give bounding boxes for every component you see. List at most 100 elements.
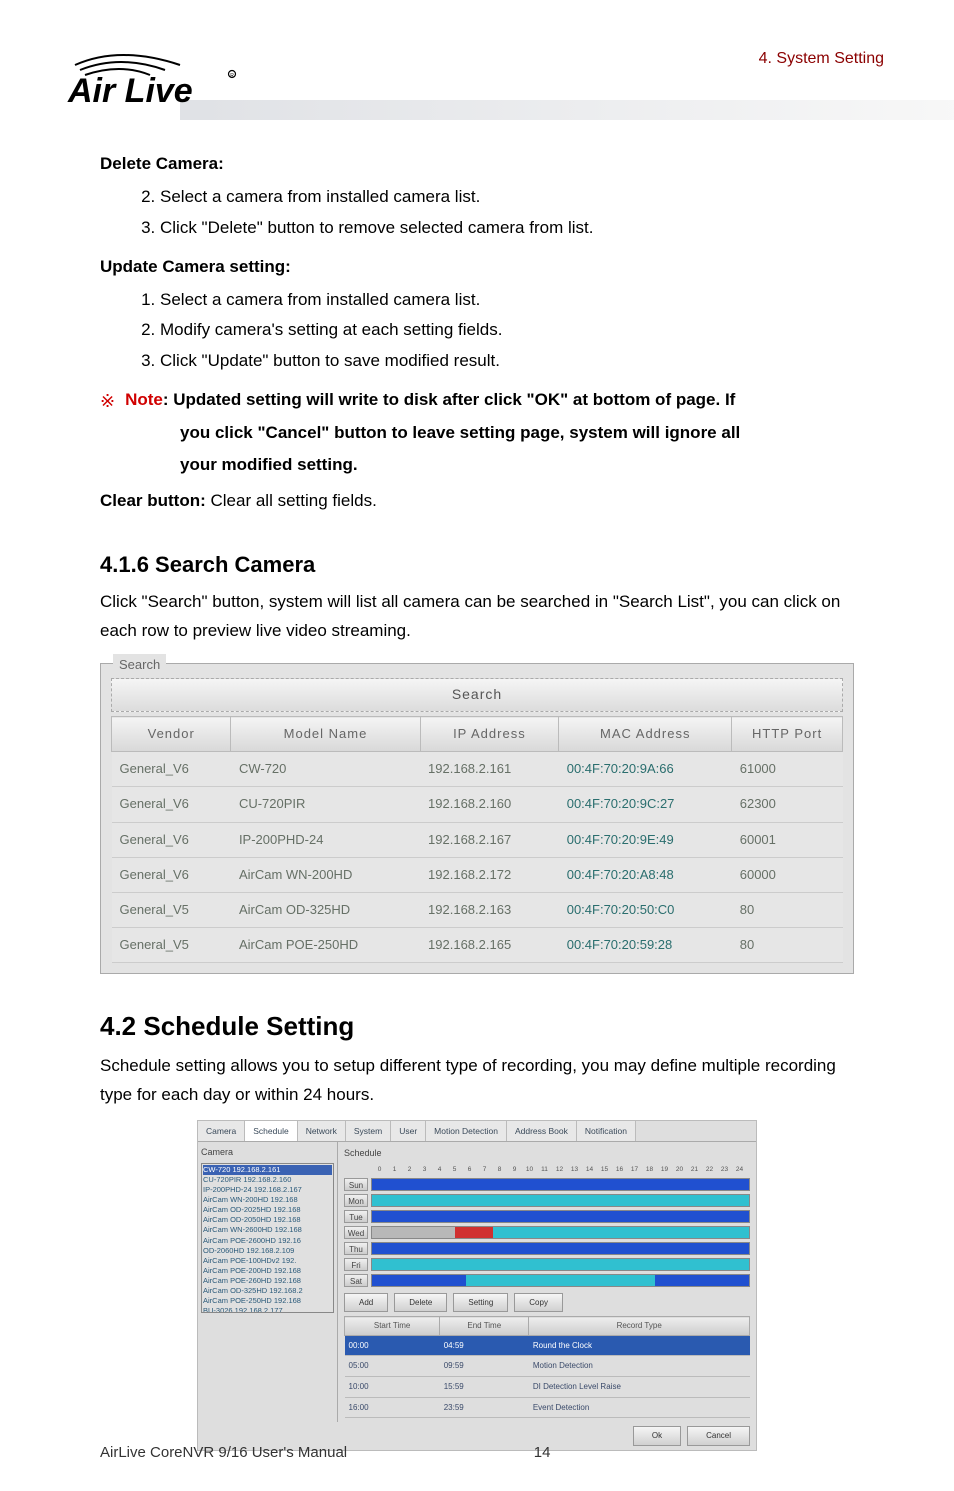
search-row[interactable]: General_V6AirCam WN-200HD192.168.2.17200… <box>112 857 843 892</box>
day-row-thu[interactable]: Thu <box>344 1242 750 1255</box>
day-label[interactable]: Sat <box>344 1274 368 1287</box>
note-symbol: ※ <box>100 386 115 417</box>
delete-camera-steps: Select a camera from installed camera li… <box>100 183 854 243</box>
cell-end: 23:59 <box>440 1397 529 1418</box>
schedule-figure: CameraScheduleNetworkSystemUserMotion De… <box>197 1120 757 1451</box>
sched-camera-list[interactable]: CW-720 192.168.2.161CU-720PIR 192.168.2.… <box>201 1163 334 1313</box>
tab-user[interactable]: User <box>391 1121 426 1141</box>
day-label[interactable]: Wed <box>344 1226 368 1239</box>
day-row-mon[interactable]: Mon <box>344 1194 750 1207</box>
copy-button[interactable]: Copy <box>514 1293 563 1313</box>
col-vendor[interactable]: Vendor <box>112 717 231 752</box>
cell-start: 10:00 <box>345 1377 440 1398</box>
update-step-1: Select a camera from installed camera li… <box>160 286 854 315</box>
day-row-fri[interactable]: Fri <box>344 1258 750 1271</box>
search-row[interactable]: General_V6CW-720192.168.2.16100:4F:70:20… <box>112 752 843 787</box>
cell-start: 05:00 <box>345 1356 440 1377</box>
cell-start: 00:00 <box>345 1335 440 1356</box>
cell-end: 09:59 <box>440 1356 529 1377</box>
day-row-wed[interactable]: Wed <box>344 1226 750 1239</box>
day-bar[interactable] <box>371 1274 750 1287</box>
day-bar[interactable] <box>371 1178 750 1191</box>
heading-4-1-6: 4.1.6 Search Camera <box>100 546 854 583</box>
col-model[interactable]: Model Name <box>231 717 420 752</box>
cell-port: 60001 <box>732 822 843 857</box>
cell-start: 16:00 <box>345 1397 440 1418</box>
day-row-tue[interactable]: Tue <box>344 1210 750 1223</box>
day-bar[interactable] <box>371 1194 750 1207</box>
cell-model: AirCam WN-200HD <box>231 857 420 892</box>
cam-item[interactable]: AirCam OD-2025HD 192.168 <box>203 1205 332 1215</box>
day-bar[interactable] <box>371 1258 750 1271</box>
day-bar[interactable] <box>371 1226 750 1239</box>
tab-notification[interactable]: Notification <box>577 1121 636 1141</box>
sched-left-title: Camera <box>201 1145 334 1160</box>
day-label[interactable]: Thu <box>344 1242 368 1255</box>
schedule-row[interactable]: 10:0015:59DI Detection Level Raise <box>345 1377 750 1398</box>
col-mac[interactable]: MAC Address <box>559 717 732 752</box>
day-bar[interactable] <box>371 1242 750 1255</box>
timeline-hours: 0123456789101112131415161718192021222324 <box>372 1164 750 1175</box>
day-row-sun[interactable]: Sun <box>344 1178 750 1191</box>
cam-item[interactable]: IP-200PHD-24 192.168.2.167 <box>203 1185 332 1195</box>
cell-vendor: General_V5 <box>112 892 231 927</box>
cell-vendor: General_V6 <box>112 822 231 857</box>
search-row[interactable]: General_V5AirCam OD-325HD192.168.2.16300… <box>112 892 843 927</box>
tab-system[interactable]: System <box>346 1121 391 1141</box>
day-label[interactable]: Tue <box>344 1210 368 1223</box>
cam-item[interactable]: AirCam OD-325HD 192.168.2 <box>203 1286 332 1296</box>
col-port[interactable]: HTTP Port <box>732 717 843 752</box>
header-section-label: 4. System Setting <box>759 50 884 68</box>
cam-item[interactable]: AirCam POE-200HD 192.168 <box>203 1266 332 1276</box>
cam-item[interactable]: AirCam POE-100HDv2 192. <box>203 1256 332 1266</box>
search-body: Click "Search" button, system will list … <box>100 588 854 646</box>
cell-port: 60000 <box>732 857 843 892</box>
tab-camera[interactable]: Camera <box>198 1121 245 1141</box>
tab-network[interactable]: Network <box>298 1121 346 1141</box>
day-label[interactable]: Sun <box>344 1178 368 1191</box>
cam-item[interactable]: CW-720 192.168.2.161 <box>203 1165 332 1175</box>
st-col-type[interactable]: Record Type <box>529 1317 750 1336</box>
search-button[interactable]: Search <box>111 678 843 712</box>
st-col-start[interactable]: Start Time <box>345 1317 440 1336</box>
delete-camera-title: Delete Camera: <box>100 150 854 179</box>
cam-item[interactable]: AirCam POE-2600HD 192.16 <box>203 1236 332 1246</box>
search-row[interactable]: General_V5AirCam POE-250HD192.168.2.1650… <box>112 927 843 962</box>
cam-item[interactable]: AirCam WN-2600HD 192.168 <box>203 1225 332 1235</box>
cam-item[interactable]: AirCam POE-260HD 192.168 <box>203 1276 332 1286</box>
airlive-logo: Air Live R <box>60 40 240 110</box>
cam-item[interactable]: BU-3026 192.168.2.177 <box>203 1306 332 1312</box>
cam-item[interactable]: AirCam POE-250HD 192.168 <box>203 1296 332 1306</box>
schedule-row[interactable]: 16:0023:59Event Detection <box>345 1397 750 1418</box>
setting-button[interactable]: Setting <box>453 1293 508 1313</box>
search-row[interactable]: General_V6CU-720PIR192.168.2.16000:4F:70… <box>112 787 843 822</box>
cell-mac: 00:4F:70:20:59:28 <box>559 927 732 962</box>
st-col-end[interactable]: End Time <box>440 1317 529 1336</box>
schedule-row[interactable]: 05:0009:59Motion Detection <box>345 1356 750 1377</box>
day-label[interactable]: Mon <box>344 1194 368 1207</box>
day-label[interactable]: Fri <box>344 1258 368 1271</box>
cell-port: 80 <box>732 892 843 927</box>
note-text-3: your modified setting. <box>180 449 854 481</box>
cell-mac: 00:4F:70:20:9C:27 <box>559 787 732 822</box>
cam-item[interactable]: CU-720PIR 192.168.2.160 <box>203 1175 332 1185</box>
cell-ip: 192.168.2.167 <box>420 822 559 857</box>
tab-address-book[interactable]: Address Book <box>507 1121 577 1141</box>
note-label: Note <box>125 390 163 409</box>
cell-vendor: General_V6 <box>112 857 231 892</box>
col-ip[interactable]: IP Address <box>420 717 559 752</box>
schedule-row[interactable]: 00:0004:59Round the Clock <box>345 1335 750 1356</box>
cell-ip: 192.168.2.160 <box>420 787 559 822</box>
cell-vendor: General_V6 <box>112 752 231 787</box>
add-button[interactable]: Add <box>344 1293 388 1313</box>
cell-model: AirCam POE-250HD <box>231 927 420 962</box>
cam-item[interactable]: AirCam WN-200HD 192.168 <box>203 1195 332 1205</box>
day-bar[interactable] <box>371 1210 750 1223</box>
delete-button[interactable]: Delete <box>394 1293 447 1313</box>
cam-item[interactable]: OD-2060HD 192.168.2.109 <box>203 1246 332 1256</box>
tab-motion-detection[interactable]: Motion Detection <box>426 1121 507 1141</box>
search-row[interactable]: General_V6IP-200PHD-24192.168.2.16700:4F… <box>112 822 843 857</box>
day-row-sat[interactable]: Sat <box>344 1274 750 1287</box>
tab-schedule[interactable]: Schedule <box>245 1121 297 1141</box>
cam-item[interactable]: AirCam OD-2050HD 192.168 <box>203 1215 332 1225</box>
